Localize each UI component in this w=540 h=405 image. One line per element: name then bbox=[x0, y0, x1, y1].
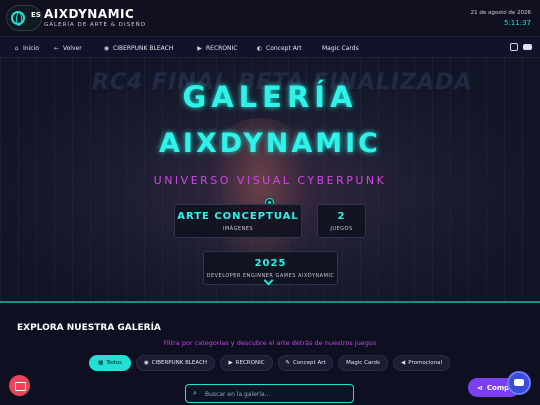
current-time: 5:11:37 bbox=[504, 19, 531, 27]
instagram-icon[interactable] bbox=[510, 43, 518, 51]
arrow-left-icon: ← bbox=[53, 44, 60, 52]
nav-item-recronic[interactable]: ▶ RECRONIC bbox=[196, 43, 238, 53]
home-icon: ⌂ bbox=[14, 44, 19, 52]
youtube-icon[interactable] bbox=[523, 44, 532, 50]
grid-icon: ▦ bbox=[98, 360, 104, 366]
language-code: ES bbox=[31, 11, 41, 19]
stat-value: 2025 bbox=[254, 258, 287, 269]
filter-label: CIBERPUNK BLEACH bbox=[151, 360, 208, 366]
floating-action-button[interactable] bbox=[9, 375, 30, 396]
nav-item-label: CIBERPUNK BLEACH bbox=[113, 44, 174, 52]
hero-subtitle: UNIVERSO VISUAL CYBERPUNK bbox=[153, 174, 387, 187]
nav-item-ciberpunk-bleach[interactable]: ◉ CIBERPUNK BLEACH bbox=[103, 43, 173, 53]
nav-item-inicio[interactable]: ⌂ Inicio bbox=[13, 43, 39, 53]
brush-icon: ✎ bbox=[285, 360, 290, 366]
nav-item-label: Inicio bbox=[23, 44, 39, 52]
hero-title-line1: GALERÍA bbox=[182, 80, 358, 114]
main-nav: ⌂ Inicio ← Volver ◉ CIBERPUNK BLEACH ▶ R… bbox=[0, 37, 540, 58]
nav-item-volver[interactable]: ← Volver bbox=[53, 43, 82, 53]
filter-label: Promocional bbox=[408, 360, 442, 366]
stat-value: 2 bbox=[337, 211, 346, 222]
megaphone-icon: ◀ bbox=[401, 360, 406, 366]
nav-item-magic-cards[interactable]: Magic Cards bbox=[322, 43, 359, 53]
nav-item-label: Volver bbox=[63, 44, 82, 52]
stat-card-images: ARTE CONCEPTUAL IMÁGENES bbox=[174, 204, 302, 238]
top-header: ES AIXDYNAMIC GALERÍA DE ARTE & DISEÑO 2… bbox=[0, 0, 540, 37]
search-icon: ⌕ bbox=[193, 389, 197, 397]
hero-section: RC4 FINAL BETA FINALIZADA GALERÍA AIXDYN… bbox=[0, 58, 540, 301]
section-title: EXPLORA NUESTRA GALERÍA bbox=[17, 323, 161, 333]
search-input[interactable] bbox=[205, 388, 345, 400]
brand-tagline: GALERÍA DE ARTE & DISEÑO bbox=[44, 22, 147, 28]
filter-label: RECRONIC bbox=[235, 360, 265, 366]
filter-concept-art[interactable]: ✎ Concept Art bbox=[278, 355, 333, 371]
filter-label: Concept Art bbox=[292, 360, 326, 366]
eye-icon: ◉ bbox=[143, 360, 149, 366]
filter-magic-cards[interactable]: Magic Cards bbox=[338, 355, 388, 371]
stat-card-games: 2 JUEGOS bbox=[317, 204, 366, 238]
gallery-search: ⌕ bbox=[185, 384, 354, 403]
chat-button[interactable] bbox=[507, 371, 531, 395]
filter-label: Todos bbox=[106, 360, 122, 366]
stat-label: JUEGOS bbox=[330, 226, 353, 232]
nav-item-concept-art[interactable]: ◐ Concept Art bbox=[256, 43, 302, 53]
current-date: 21 de agosto de 2026 bbox=[470, 10, 531, 16]
share-icon: ⋖ bbox=[477, 383, 483, 392]
film-icon: ▶ bbox=[197, 44, 202, 52]
eye-icon: ◉ bbox=[103, 44, 110, 52]
globe-icon bbox=[11, 11, 25, 26]
hero-title-line2: AIXDYNAMIC bbox=[159, 128, 381, 159]
filter-promocional[interactable]: ◀ Promocional bbox=[393, 355, 450, 371]
language-toggle[interactable]: ES bbox=[6, 5, 42, 31]
nav-item-label: Concept Art bbox=[266, 44, 302, 52]
filter-label: Magic Cards bbox=[346, 360, 380, 366]
stat-value: ARTE CONCEPTUAL bbox=[177, 211, 299, 222]
nav-item-label: Magic Cards bbox=[322, 44, 359, 52]
nav-item-label: RECRONIC bbox=[206, 44, 238, 52]
section-subtitle: Filtra por categorías y descubre el arte… bbox=[163, 339, 377, 347]
gallery-explore-section: EXPLORA NUESTRA GALERÍA Filtra por categ… bbox=[0, 303, 540, 405]
filter-recronic[interactable]: ▶ RECRONIC bbox=[220, 355, 273, 371]
brand-name[interactable]: AIXDYNAMIC bbox=[44, 7, 134, 21]
filter-ciberpunk-bleach[interactable]: ◉ CIBERPUNK BLEACH bbox=[136, 355, 215, 371]
palette-icon: ◐ bbox=[256, 44, 263, 52]
stat-label: IMÁGENES bbox=[222, 226, 254, 232]
film-icon: ▶ bbox=[228, 360, 233, 366]
filter-todos[interactable]: ▦ Todos bbox=[89, 355, 131, 371]
